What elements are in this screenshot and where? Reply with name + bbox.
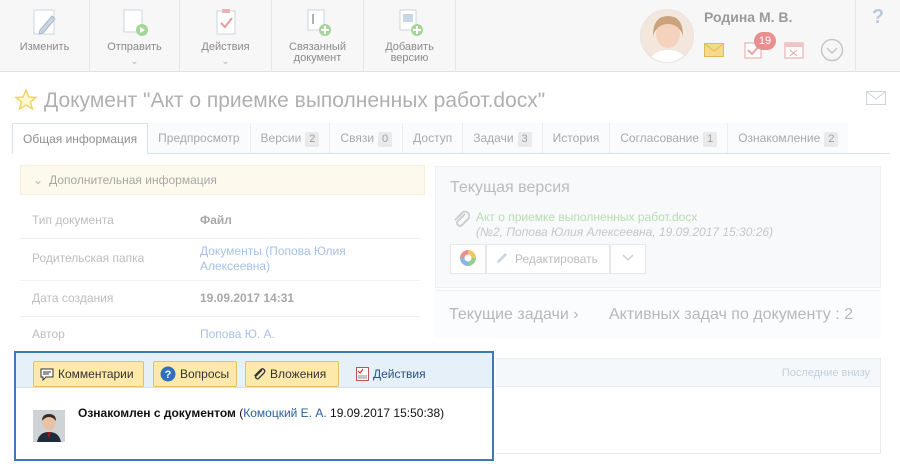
attachments-button-label: Вложения — [270, 367, 327, 381]
add-version-label: Добавить версию — [385, 41, 434, 64]
edit-version-button[interactable]: Редактировать — [486, 244, 610, 274]
comments-widget: Комментарии ? Вопросы Вложения Действия … — [14, 351, 494, 461]
chevron-down-icon: ⌄ — [130, 56, 139, 67]
created-value: 19.09.2017 14:31 — [200, 291, 295, 305]
office-online-icon — [459, 249, 477, 270]
author-link[interactable]: Попова Ю. А. — [200, 327, 400, 342]
tab-general[interactable]: Общая информация — [12, 123, 149, 154]
clipboard-check-icon — [211, 6, 241, 38]
comments-button[interactable]: Комментарии — [33, 361, 144, 387]
send-label: Отправить — [107, 41, 162, 53]
actions-button[interactable]: Действия ⌄ — [180, 0, 272, 72]
user-avatar[interactable] — [640, 9, 694, 63]
tab-count-badge: 3 — [517, 132, 532, 147]
add-version-button[interactable]: Добавить версию — [364, 0, 456, 72]
tab-preview[interactable]: Предпросмотр — [148, 123, 251, 153]
comments-actions-label: Действия — [373, 367, 426, 381]
tab-count-badge: 0 — [378, 132, 393, 147]
tasks-summary-row: Текущие задачи › Активных задач по докум… — [435, 290, 881, 338]
info-row-parent-folder: Родительская папка Документы (Попова Юли… — [20, 239, 420, 281]
questions-button[interactable]: ? Вопросы — [153, 361, 237, 387]
created-label: Дата создания — [32, 291, 114, 305]
author-label: Автор — [32, 327, 65, 341]
paperclip-icon — [252, 367, 266, 381]
actions-label: Действия — [201, 41, 250, 53]
parent-folder-label: Родительская папка — [32, 251, 145, 265]
tab-count-badge: 1 — [703, 132, 718, 147]
current-version-title: Текущая версия — [450, 179, 570, 196]
top-toolbar: Изменить Отправить ⌄ Действия ⌄ Связанны… — [0, 0, 900, 72]
linked-document-button[interactable]: Связанный документ — [272, 0, 364, 72]
mail-icon[interactable] — [866, 91, 886, 108]
info-row-doc-type: Тип документа Файл — [20, 203, 420, 239]
send-document-icon — [120, 6, 150, 38]
tab-links[interactable]: Связи 0 — [330, 123, 404, 153]
questions-button-label: Вопросы — [180, 367, 230, 381]
tab-access[interactable]: Доступ — [403, 123, 464, 153]
comment-date: 19.09.2017 15:50:38) — [326, 406, 445, 420]
linked-document-icon — [303, 6, 333, 38]
add-version-icon — [395, 6, 425, 38]
open-online-button[interactable] — [450, 244, 486, 274]
tab-tasks[interactable]: Задачи 3 — [463, 123, 543, 153]
edit-version-label: Редактировать — [515, 252, 598, 266]
linked-document-label: Связанный документ — [289, 41, 346, 64]
user-notification-icons: 19 — [704, 32, 854, 65]
version-menu-button[interactable] — [610, 244, 646, 274]
chevron-down-icon: ⌄ — [33, 173, 44, 187]
star-icon[interactable] — [14, 87, 38, 115]
doc-type-value: Файл — [200, 213, 232, 227]
comment-author-link[interactable]: Комоцкий Е. А. — [243, 406, 326, 420]
comment-entry: Ознакомлен с документом (Комоцкий Е. А. … — [78, 406, 445, 420]
doc-type-label: Тип документа — [32, 213, 114, 227]
current-version-panel: Текущая версия Акт о приемке выполненных… — [435, 166, 881, 288]
tab-familiarization[interactable]: Ознакомление 2 — [728, 123, 849, 153]
commenter-avatar — [33, 410, 65, 442]
document-title-row: Документ "Акт о приемке выполненных рабо… — [14, 86, 545, 116]
pencil-icon — [495, 251, 509, 268]
tab-count-badge: 2 — [305, 132, 320, 147]
svg-text:?: ? — [165, 369, 172, 381]
info-row-author: Автор Попова Ю. А. — [20, 317, 420, 347]
additional-info-title: Дополнительная информация — [49, 173, 217, 187]
envelope-icon[interactable] — [704, 43, 724, 60]
comments-button-label: Комментарии — [58, 367, 134, 381]
tab-history[interactable]: История — [542, 123, 611, 153]
parent-folder-link[interactable]: Документы (Попова Юлия Алексеевна) — [200, 244, 375, 274]
tab-approval[interactable]: Согласование 1 — [610, 123, 729, 153]
edit-button[interactable]: Изменить — [0, 0, 90, 72]
chevron-right-icon: › — [573, 306, 579, 323]
checklist-icon — [356, 367, 369, 381]
page-title: Документ "Акт о приемке выполненных рабо… — [44, 89, 546, 112]
sort-order-link[interactable]: Последние внизу — [782, 367, 870, 379]
version-actions: Редактировать — [450, 244, 646, 274]
current-version-meta: (№2, Попова Юлия Алексеевна, 19.09.2017 … — [476, 225, 774, 239]
active-tasks-count: Активных задач по документу : 2 — [609, 306, 854, 323]
tab-versions[interactable]: Версии 2 — [250, 123, 331, 153]
info-row-created: Дата создания 19.09.2017 14:31 — [20, 281, 420, 317]
edit-label: Изменить — [19, 41, 70, 53]
additional-info-header[interactable]: ⌄ Дополнительная информация — [20, 165, 425, 195]
user-name[interactable]: Родина М. В. — [704, 9, 792, 25]
current-version-file-link[interactable]: Акт о приемке выполненных работ.docx — [476, 210, 697, 224]
chevron-down-circle-icon[interactable] — [820, 38, 844, 65]
comments-actions-link[interactable]: Действия — [356, 361, 426, 387]
user-area: Родина М. В. 19 — [640, 0, 855, 72]
chevron-down-icon: ⌄ — [221, 56, 230, 67]
tasks-count-badge: 19 — [754, 32, 776, 50]
chevron-down-icon — [621, 252, 635, 266]
speech-bubble-icon — [40, 368, 54, 381]
current-tasks-link[interactable]: Текущие задачи › — [449, 306, 579, 324]
help-button[interactable]: ? — [855, 0, 900, 72]
comment-text: Ознакомлен с документом — [78, 406, 236, 420]
tab-count-badge: 2 — [824, 132, 839, 147]
attachments-button[interactable]: Вложения — [245, 361, 339, 387]
comments-panel-background: Последние внизу — [496, 358, 881, 454]
paperclip-icon — [452, 209, 471, 232]
pencil-icon — [30, 6, 60, 38]
calendar-icon[interactable] — [784, 41, 804, 62]
send-button[interactable]: Отправить ⌄ — [90, 0, 180, 72]
question-circle-icon: ? — [160, 366, 176, 382]
document-tabs: Общая информация Предпросмотр Версии 2 Св… — [12, 123, 890, 154]
